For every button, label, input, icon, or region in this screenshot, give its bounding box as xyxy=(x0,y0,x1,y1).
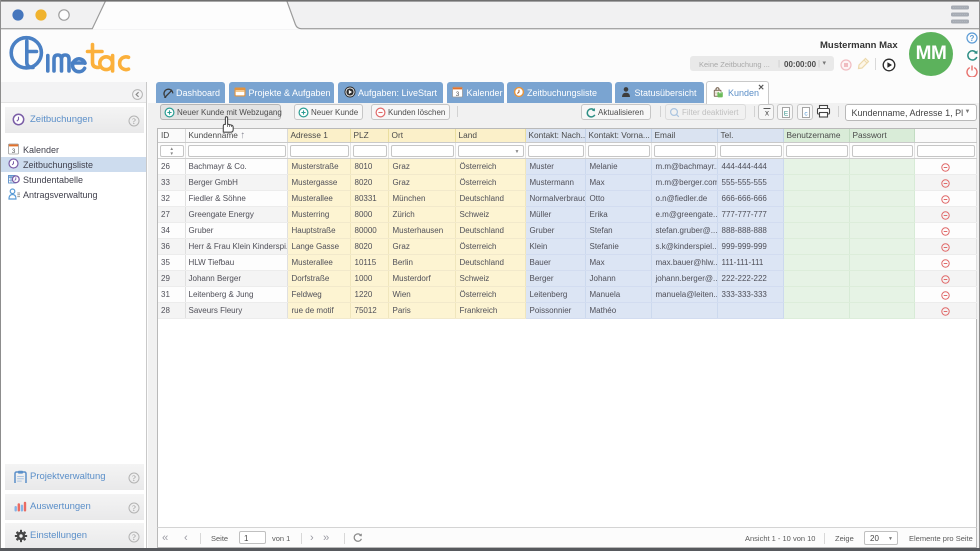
svg-text:3: 3 xyxy=(12,148,16,155)
svg-text:x: x xyxy=(765,108,769,117)
svg-text:?: ? xyxy=(132,474,136,483)
svg-text:?: ? xyxy=(970,34,975,43)
svg-text:?: ? xyxy=(132,504,136,513)
svg-text:?: ? xyxy=(132,533,136,542)
svg-text:E: E xyxy=(784,110,789,117)
svg-text:3: 3 xyxy=(456,91,460,98)
svg-text:?: ? xyxy=(132,117,136,126)
